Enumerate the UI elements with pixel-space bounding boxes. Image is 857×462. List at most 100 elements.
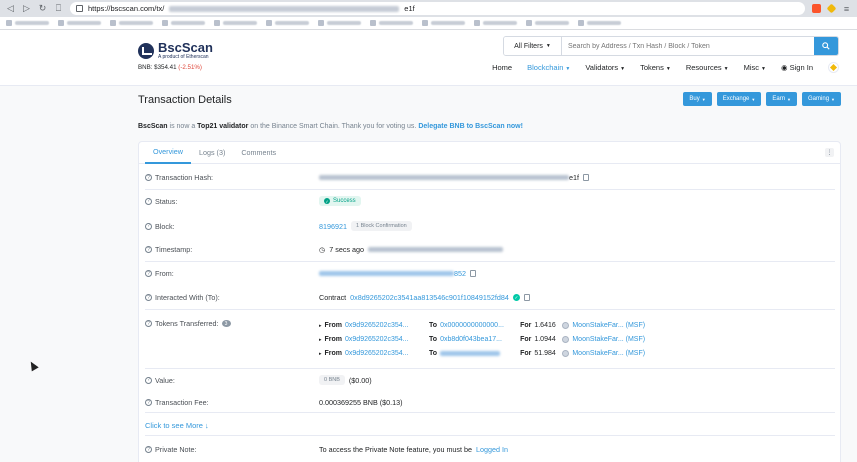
forward-icon[interactable]: ▷	[22, 3, 31, 14]
bookmark-item[interactable]: Defarm	[474, 20, 517, 26]
block-link[interactable]: 8196921	[319, 222, 347, 231]
favicon-icon	[526, 20, 532, 26]
token-link[interactable]: MoonStakeFar... (MSF)	[572, 350, 645, 357]
nav-sign-in[interactable]: ◉ Sign In	[781, 63, 813, 72]
bookmark-item[interactable]: Getting Started	[58, 20, 101, 26]
search-filter-dropdown[interactable]: All Filters ▼	[504, 37, 562, 55]
token-logo-icon	[562, 336, 570, 343]
chevron-down-icon: ▼	[751, 96, 756, 102]
reload-icon[interactable]: ↻	[38, 3, 47, 14]
chevron-down-icon: ▼	[831, 96, 835, 102]
bookmarks-bar: YCAS Getting Started OpenLSE Ethereum (ETH)…	[0, 17, 857, 30]
transfer-to-link[interactable]: 0xb8d0f043bea17...	[440, 336, 520, 343]
site-header: BscScan A product of Etherscan BNB: $354…	[0, 30, 857, 86]
favicon-icon	[422, 20, 428, 26]
caret-right-icon: ▸	[319, 350, 322, 357]
back-icon[interactable]: ◁	[6, 3, 15, 14]
timestamp-ago: 7 secs ago	[329, 245, 365, 254]
row-interacted-with: ? Interacted With (To): Contract 0x8d92652…	[145, 293, 835, 302]
transfer-to-link[interactable]	[440, 351, 520, 356]
bookmark-item[interactable]: Ethereum (ETH)	[162, 20, 205, 26]
tab-bar: Overview Logs (3) Comments ⋮	[139, 142, 840, 164]
contract-address-link[interactable]: 0x8d9265202c3541aa813546c901f10849152fd8…	[350, 293, 509, 302]
help-icon: ?	[145, 376, 152, 384]
search-filter-label: All Filters	[514, 42, 543, 50]
bookmark-item[interactable]: uDon	[370, 20, 413, 26]
bookmark-label: Defarm	[483, 21, 517, 25]
bookmark-item[interactable]: Monoko	[214, 20, 257, 26]
token-link[interactable]: MoonStakeFar... (MSF)	[572, 322, 645, 329]
caret-right-icon: ▸	[319, 336, 322, 343]
token-transfer-row: ▸ From 0x9d9265202c354... To 0xb8d0f043bea17…	[319, 336, 646, 343]
bnb-price: BNB: $354.41 (-2.51%)	[138, 64, 202, 71]
clock-icon: ◷	[319, 245, 326, 254]
bnb-price-change: (-2.51%)	[178, 64, 202, 71]
nav-blockchain[interactable]: Blockchain ▼	[527, 63, 570, 72]
bookmark-item[interactable]: OpenLSE	[110, 20, 153, 26]
search-bar: All Filters ▼	[503, 36, 839, 56]
copy-icon[interactable]	[583, 174, 589, 181]
favicon-icon	[474, 20, 480, 26]
row-from: ? From: 852	[145, 269, 835, 278]
search-input[interactable]	[562, 37, 814, 55]
row-block: ? Block: 8196921 1 Block Confirmation	[145, 221, 835, 231]
bookmark-item[interactable]: Boost The Thing	[266, 20, 309, 26]
bookmark-label: Lexus MDS5K	[327, 21, 361, 25]
extension-icon[interactable]	[826, 3, 837, 14]
nav-tokens[interactable]: Tokens ▼	[640, 63, 671, 72]
more-options-icon[interactable]: ⋮	[825, 148, 834, 157]
search-icon	[822, 42, 830, 50]
verified-icon: ✓	[512, 294, 520, 301]
bookmark-label: OpenLSE	[119, 21, 153, 25]
address-bar[interactable]: https://bscscan.com/tx/e1f	[70, 2, 805, 15]
tab-overview[interactable]: Overview	[145, 142, 191, 164]
bookmark-label: Monoko	[223, 21, 257, 25]
menu-icon[interactable]: ≡	[842, 4, 851, 14]
bookmark-item[interactable]: Invest.com	[578, 20, 621, 26]
caret-right-icon: ▸	[319, 322, 322, 329]
title-bar: Transaction Details Buy ▼ Exchange ▼ Earn ▼…	[138, 92, 841, 110]
search-button[interactable]	[814, 37, 838, 55]
token-transfer-row: ▸ From 0x9d9265202c354... To 0x0000000000000…	[319, 322, 646, 329]
nav-validators[interactable]: Validators ▼	[585, 63, 625, 72]
earn-button[interactable]: Earn ▼	[766, 92, 798, 106]
row-private-note: ? Private Note: To access the Private Not…	[145, 445, 835, 454]
bookmark-item[interactable]: Lexus MDS5K	[318, 20, 361, 26]
status-badge: ✓ Success	[319, 196, 361, 206]
check-icon: ✓	[324, 198, 330, 204]
bscscan-logo[interactable]: BscScan A product of Etherscan	[138, 41, 213, 60]
chevron-down-icon: ▼	[761, 66, 766, 72]
transfer-to-link[interactable]: 0x0000000000000...	[440, 322, 520, 329]
page-title: Transaction Details	[138, 94, 232, 106]
delegate-link[interactable]: Delegate BNB to BscScan now!	[418, 123, 523, 130]
bnb-network-icon[interactable]	[828, 62, 839, 73]
copy-icon[interactable]	[470, 270, 476, 277]
tab-comments[interactable]: Comments	[233, 142, 284, 164]
brave-shield-icon[interactable]	[812, 4, 821, 13]
bookmark-icon[interactable]: ⎕	[54, 3, 63, 14]
favicon-icon	[578, 20, 584, 26]
buy-button[interactable]: Buy ▼	[683, 92, 712, 106]
bookmark-item[interactable]: Arbz.lon.crypto	[526, 20, 569, 26]
logged-in-link[interactable]: Logged In	[476, 445, 508, 454]
tab-logs[interactable]: Logs (3)	[191, 142, 233, 164]
validator-notice: BscScan is now a Top21 validator on the …	[138, 123, 523, 130]
nav-home[interactable]: Home	[492, 63, 512, 72]
transfer-from-link[interactable]: 0x9d9265202c354...	[345, 350, 429, 357]
exchange-button[interactable]: Exchange ▼	[716, 92, 762, 106]
token-link[interactable]: MoonStakeFar... (MSF)	[572, 336, 645, 343]
nav-resources[interactable]: Resources ▼	[686, 63, 729, 72]
from-address-link[interactable]: 852	[319, 269, 466, 278]
row-value: ? Value: 0 BNB ($0.00)	[145, 375, 835, 385]
bookmark-item[interactable]: ZoneCrypto (CR)	[422, 20, 465, 26]
see-more-link[interactable]: Click to see More ↓	[145, 421, 209, 430]
arrow-down-icon: ↓	[205, 421, 209, 430]
transfer-from-link[interactable]: 0x9d9265202c354...	[345, 336, 429, 343]
help-icon: ?	[145, 246, 152, 253]
favicon-icon	[58, 20, 64, 26]
transfer-from-link[interactable]: 0x9d9265202c354...	[345, 322, 429, 329]
nav-misc[interactable]: Misc ▼	[744, 63, 766, 72]
bookmark-item[interactable]: YCAS	[6, 20, 49, 26]
gaming-button[interactable]: Gaming ▼	[802, 92, 841, 106]
copy-icon[interactable]	[523, 294, 530, 301]
